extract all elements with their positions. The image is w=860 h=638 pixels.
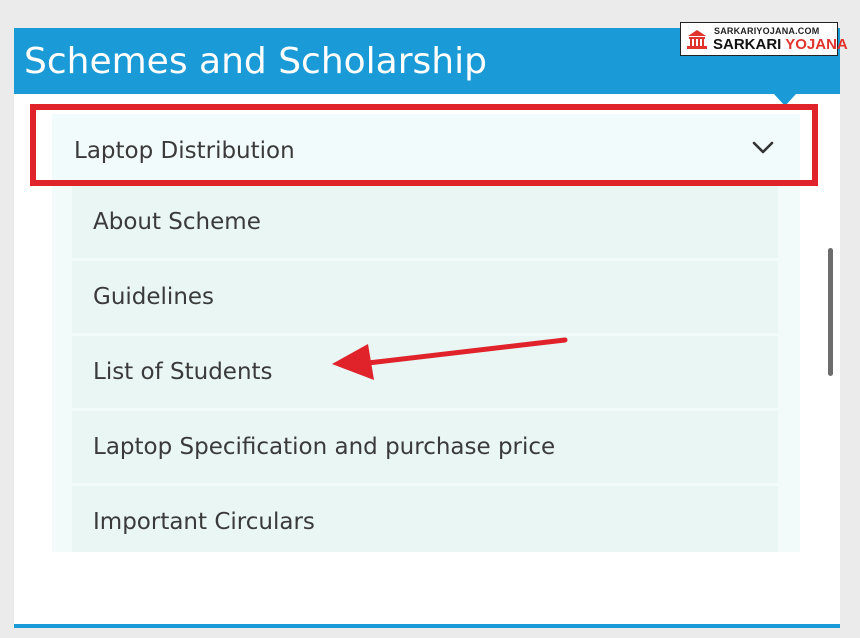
menu-item-label: Important Circulars [93,509,315,535]
menu-item-label: About Scheme [93,209,261,235]
logo-website-text: SARKARIYOJANA.COM [714,26,820,36]
menu-item-about-scheme[interactable]: About Scheme [72,186,778,258]
menu-item-label: Guidelines [93,284,215,310]
logo-brand-part-2: YOJANA [785,36,848,53]
sarkari-yojana-logo: SARKARIYOJANA.COM SARKARI YOJANA [680,22,848,56]
logo-brand-part-1: SARKARI [713,36,782,53]
scrollbar-thumb[interactable] [828,248,833,376]
highlight-box [30,104,818,186]
menu-item-label: Laptop Specification and purchase price [93,434,556,460]
menu-item-guidelines[interactable]: Guidelines [72,261,778,333]
logo-brand-text: SARKARI YOJANA [713,36,848,53]
menu-item-label: List of Students [93,359,273,385]
bottom-divider [14,624,840,628]
page-title: Schemes and Scholarship [24,41,487,82]
building-icon [687,30,707,49]
menu-item-important-circulars[interactable]: Important Circulars [72,486,778,552]
red-arrow-annotation [332,337,568,380]
menu-item-laptop-specification[interactable]: Laptop Specification and purchase price [72,411,778,483]
